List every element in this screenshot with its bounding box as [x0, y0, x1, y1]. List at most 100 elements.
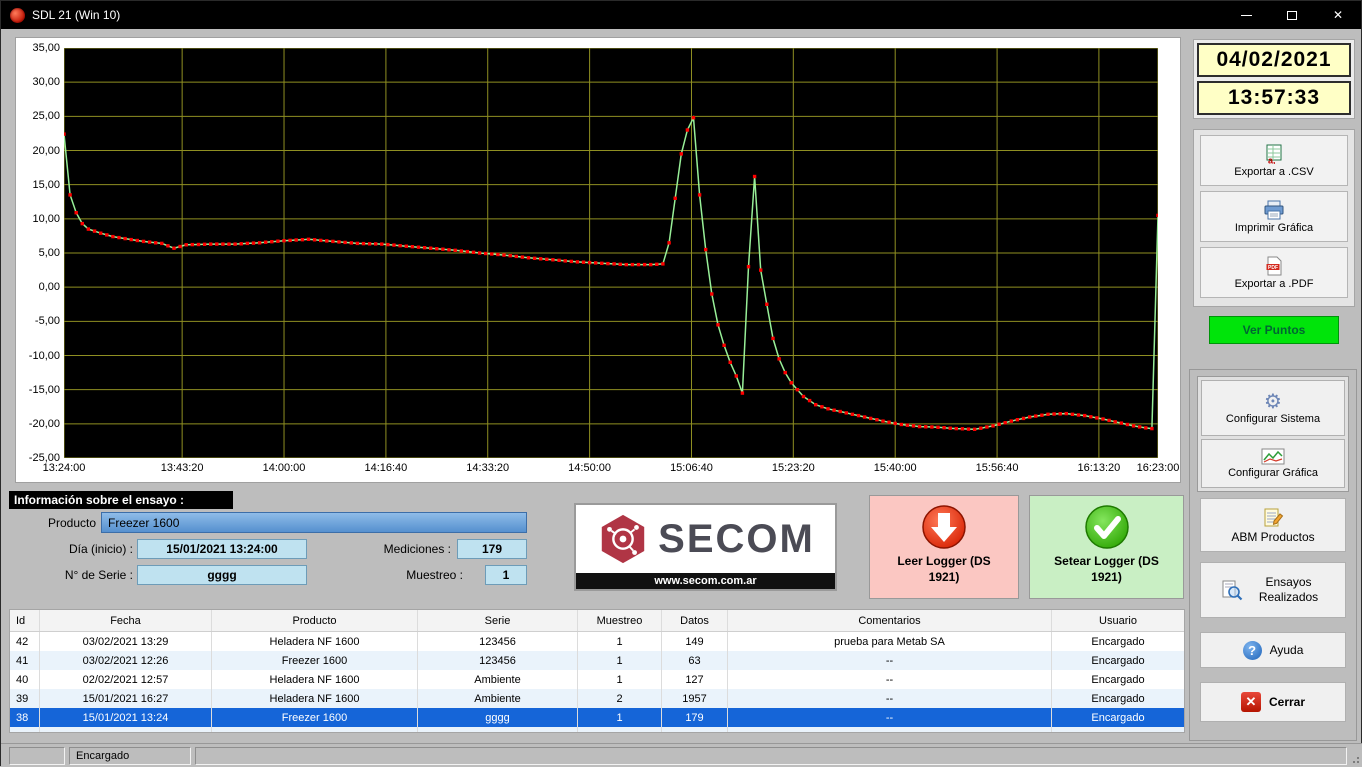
secom-logo-panel: SECOM www.secom.com.ar	[574, 503, 837, 591]
window-title: SDL 21 (Win 10)	[32, 8, 120, 22]
y-axis-label: 25,00	[18, 110, 60, 122]
titlebar: SDL 21 (Win 10) ✕	[1, 1, 1361, 29]
table-row[interactable]: 4203/02/2021 13:29Heladera NF 1600123456…	[10, 632, 1184, 651]
export-csv-button[interactable]: a, Exportar a .CSV	[1200, 135, 1348, 186]
chart-canvas	[64, 48, 1158, 458]
minimize-button[interactable]	[1223, 1, 1269, 29]
abm-productos-button[interactable]: ABM Productos	[1200, 498, 1346, 552]
cell-id: 38	[10, 708, 40, 727]
close-app-icon: ✕	[1241, 692, 1261, 712]
maximize-button[interactable]	[1269, 1, 1315, 29]
leer-logger-label: Leer Logger (DS 1921)	[870, 554, 1018, 585]
svg-text:a,: a,	[1268, 155, 1276, 164]
muestreo-label: Muestreo :	[351, 568, 463, 582]
cell-datos: 118	[662, 727, 728, 733]
resize-grip[interactable]	[1349, 753, 1359, 763]
cell-id: 39	[10, 689, 40, 708]
cell-producto: Freezer 1600	[212, 727, 418, 733]
excel-spreadsheet-icon: a,	[1264, 144, 1284, 164]
configurar-sistema-button[interactable]: ⚙ Configurar Sistema	[1201, 380, 1345, 436]
cell-id: 40	[10, 670, 40, 689]
info-section-header: Información sobre el ensayo :	[9, 491, 233, 509]
export-panel: a, Exportar a .CSV Imprimir Gráfica	[1193, 129, 1355, 307]
app-icon	[10, 8, 25, 23]
x-axis-label: 15:23:20	[759, 462, 827, 474]
setear-logger-button[interactable]: Setear Logger (DS 1921)	[1029, 495, 1184, 599]
producto-field[interactable]: Freezer 1600	[101, 512, 527, 533]
y-axis-label: -15,00	[18, 384, 60, 396]
numero-serie-field: gggg	[137, 565, 307, 585]
secom-hexagon-logo-icon	[596, 512, 650, 566]
table-row[interactable]: 3915/01/2021 16:27Heladera NF 1600Ambien…	[10, 689, 1184, 708]
x-axis-label: 15:40:00	[861, 462, 929, 474]
cell-producto: Heladera NF 1600	[212, 689, 418, 708]
column-header[interactable]: Comentarios	[728, 610, 1052, 631]
help-icon: ?	[1243, 641, 1262, 660]
ayuda-label: Ayuda	[1270, 643, 1304, 657]
x-axis-label: 15:06:40	[657, 462, 725, 474]
column-header[interactable]: Muestreo	[578, 610, 662, 631]
cell-fecha: 03/02/2021 12:26	[40, 651, 212, 670]
notepad-pencil-icon	[1263, 507, 1284, 528]
cell-muestreo: 1	[578, 727, 662, 733]
configurar-sistema-label: Configurar Sistema	[1226, 413, 1320, 425]
cerrar-button[interactable]: ✕ Cerrar	[1200, 682, 1346, 722]
column-header[interactable]: Fecha	[40, 610, 212, 631]
config-group: ⚙ Configurar Sistema Configurar Gráfica	[1197, 376, 1349, 492]
x-axis-label: 14:16:40	[352, 462, 420, 474]
window-controls: ✕	[1223, 1, 1361, 29]
table-row[interactable]: 3715/01/2021 12:34Freezer 16001231231261…	[10, 727, 1184, 733]
x-axis-label: 16:13:20	[1065, 462, 1133, 474]
status-bar: Encargado	[1, 743, 1362, 767]
print-chart-label: Imprimir Gráfica	[1235, 222, 1313, 234]
chart-panel: 35,0030,0025,0020,0015,0010,005,000,00-5…	[15, 37, 1181, 483]
status-user: Encargado	[69, 747, 191, 765]
x-axis-label: 13:24:00	[30, 462, 98, 474]
x-axis-label: 14:50:00	[556, 462, 624, 474]
table-row[interactable]: 4103/02/2021 12:26Freezer 1600123456163-…	[10, 651, 1184, 670]
cell-producto: Freezer 1600	[212, 708, 418, 727]
column-header[interactable]: Serie	[418, 610, 578, 631]
x-axis-label: 16:23:00	[1124, 462, 1192, 474]
numero-serie-label: N° de Serie :	[21, 568, 133, 582]
leer-logger-button[interactable]: Leer Logger (DS 1921)	[869, 495, 1019, 599]
cell-muestreo: 1	[578, 670, 662, 689]
cell-serie: 123456	[418, 651, 578, 670]
green-check-icon	[1084, 504, 1130, 550]
mediciones-label: Mediciones :	[351, 542, 451, 556]
cell-serie: gggg	[418, 708, 578, 727]
ensayos-table[interactable]: IdFechaProductoSerieMuestreoDatosComenta…	[9, 609, 1185, 733]
y-axis-label: -25,00	[18, 452, 60, 464]
export-pdf-button[interactable]: PDF Exportar a .PDF	[1200, 247, 1348, 298]
cerrar-label: Cerrar	[1269, 695, 1305, 709]
close-button[interactable]: ✕	[1315, 1, 1361, 29]
column-header[interactable]: Usuario	[1052, 610, 1184, 631]
cell-serie: Ambiente	[418, 670, 578, 689]
cell-comentarios: --	[728, 670, 1052, 689]
cell-producto: Heladera NF 1600	[212, 670, 418, 689]
time-display: 13:57:33	[1197, 81, 1351, 115]
configurar-grafica-label: Configurar Gráfica	[1228, 467, 1318, 479]
cell-muestreo: 1	[578, 632, 662, 651]
cell-id: 41	[10, 651, 40, 670]
ensayos-realizados-label: Ensayos Realizados	[1252, 575, 1326, 605]
chart-settings-icon	[1261, 448, 1285, 465]
table-row[interactable]: 3815/01/2021 13:24Freezer 1600gggg1179--…	[10, 708, 1184, 727]
dia-inicio-label: Día (inicio) :	[21, 542, 133, 556]
ayuda-button[interactable]: ? Ayuda	[1200, 632, 1346, 668]
status-cell-wide	[195, 747, 1347, 765]
cell-usuario: Encargado	[1052, 727, 1184, 733]
table-row[interactable]: 4002/02/2021 12:57Heladera NF 1600Ambien…	[10, 670, 1184, 689]
ver-puntos-button[interactable]: Ver Puntos	[1209, 316, 1339, 344]
x-axis-label: 13:43:20	[148, 462, 216, 474]
column-header[interactable]: Id	[10, 610, 40, 631]
printer-icon	[1263, 200, 1285, 220]
column-header[interactable]: Datos	[662, 610, 728, 631]
configurar-grafica-button[interactable]: Configurar Gráfica	[1201, 439, 1345, 488]
chart-plot-area[interactable]	[64, 48, 1158, 458]
print-chart-button[interactable]: Imprimir Gráfica	[1200, 191, 1348, 242]
ensayos-realizados-button[interactable]: Ensayos Realizados	[1200, 562, 1346, 618]
dia-inicio-field: 15/01/2021 13:24:00	[137, 539, 307, 559]
cell-producto: Freezer 1600	[212, 651, 418, 670]
column-header[interactable]: Producto	[212, 610, 418, 631]
